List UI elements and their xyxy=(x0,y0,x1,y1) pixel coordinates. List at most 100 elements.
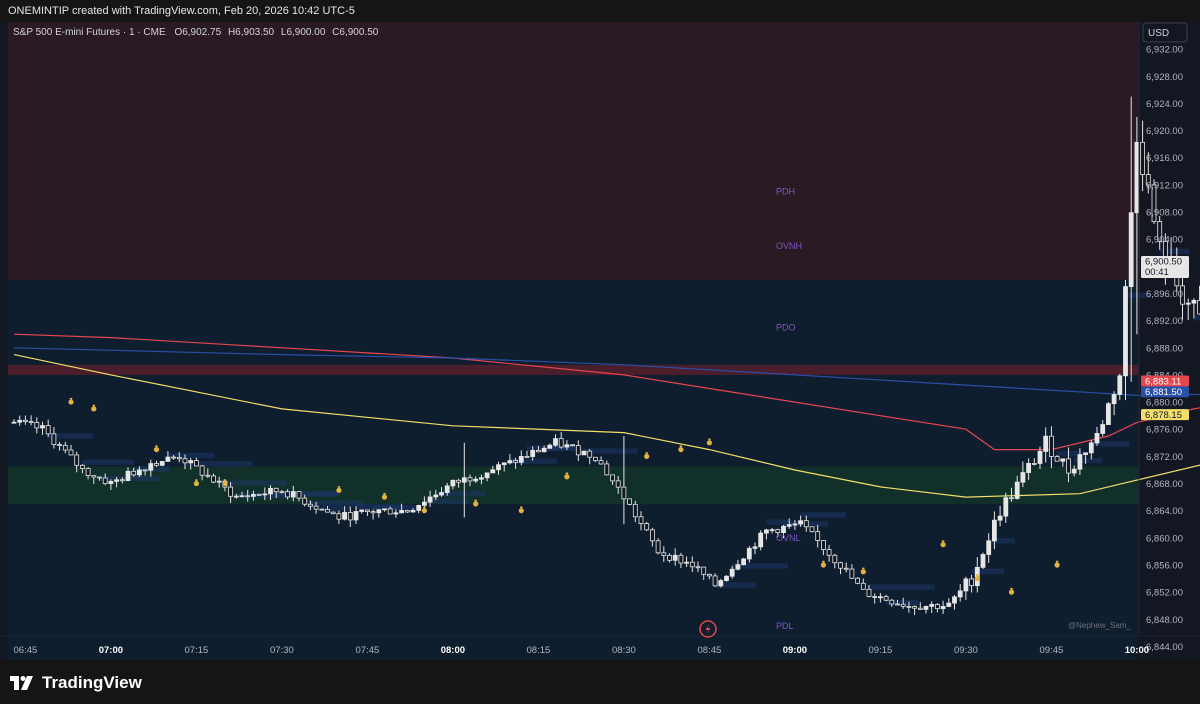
price-tick-label: 6,852.00 xyxy=(1146,588,1183,599)
order-block xyxy=(732,563,789,569)
price-tag-value: 6,878.15 xyxy=(1145,410,1182,421)
zone-ovnl-zone xyxy=(8,466,1138,504)
time-tick-label: 08:30 xyxy=(612,645,636,656)
candle-body xyxy=(290,491,296,498)
candle-body xyxy=(142,469,148,472)
candle-body xyxy=(632,503,638,518)
price-tick-label: 6,916.00 xyxy=(1146,153,1183,164)
candle-body xyxy=(279,491,285,494)
candle-body xyxy=(353,511,359,521)
tradingview-logo[interactable]: TradingView xyxy=(10,673,142,693)
candle-body xyxy=(627,498,632,505)
level-label-pdo: PDO xyxy=(776,322,796,332)
money-bag-icon xyxy=(68,399,74,405)
price-tick-label: 6,904.00 xyxy=(1146,235,1183,246)
candle-body xyxy=(940,606,946,610)
candle-body xyxy=(758,532,764,548)
price-tick-label: 6,912.00 xyxy=(1146,180,1183,191)
candle-body xyxy=(684,561,689,564)
candle-body xyxy=(404,510,410,513)
candle-body xyxy=(741,558,746,566)
candle-body xyxy=(467,477,473,482)
candle-body xyxy=(57,444,62,447)
money-bag-icon xyxy=(974,575,980,582)
candle-body xyxy=(1003,497,1009,517)
price-tick-label: 6,848.00 xyxy=(1146,615,1183,626)
candle-body xyxy=(1088,442,1094,454)
candle-body xyxy=(809,526,815,533)
money-bag-tie xyxy=(679,445,683,447)
money-bag-tie xyxy=(1010,587,1013,590)
candle-body xyxy=(421,501,427,506)
candle-body xyxy=(575,445,581,456)
candle-body xyxy=(707,573,712,577)
candle-body xyxy=(889,599,895,605)
candle-body xyxy=(530,449,536,457)
money-bag-icon xyxy=(421,508,427,514)
money-bag-tie xyxy=(223,479,227,481)
candle-body xyxy=(781,525,786,534)
candle-body xyxy=(872,596,878,598)
candle-body xyxy=(701,566,707,575)
candle-body xyxy=(712,575,718,587)
price-tick-label: 6,928.00 xyxy=(1146,72,1183,83)
time-tick-label: 08:00 xyxy=(441,645,465,656)
candle-body xyxy=(929,604,935,607)
candle-body xyxy=(1185,302,1191,305)
legend-open: 6,902.75 xyxy=(182,27,221,38)
money-bag-icon xyxy=(564,474,570,480)
price-chart[interactable]: PDH OVNH PDO OVNL PDL 6,932.00 6,928.00 6,924.… xyxy=(0,22,1200,660)
price-tick-label: 6,892.00 xyxy=(1146,316,1183,327)
candle-body xyxy=(330,511,336,515)
candle-body xyxy=(689,561,695,568)
candle-body xyxy=(347,512,353,521)
chart-svg[interactable]: PDH OVNH PDO OVNL PDL 6,932.00 6,928.00 6,924.… xyxy=(0,22,1200,660)
price-tick-label: 6,932.00 xyxy=(1146,45,1183,56)
candle-body xyxy=(262,493,268,496)
candle-body xyxy=(536,449,541,453)
money-bag-tie xyxy=(195,479,198,481)
price-tag-countdown: 00:41 xyxy=(1145,267,1169,278)
candle-body xyxy=(992,519,997,542)
time-tick-label: 09:45 xyxy=(1040,645,1064,656)
candle-body xyxy=(1066,458,1071,474)
legend-high-label: H xyxy=(228,27,235,38)
price-tick-label: 6,880.00 xyxy=(1146,398,1183,409)
level-label-ovnh: OVNH xyxy=(776,241,802,251)
price-tag-value: 6,881.50 xyxy=(1145,387,1182,398)
candle-body xyxy=(541,447,547,453)
candle-body xyxy=(461,477,467,483)
money-bag-tie xyxy=(474,499,477,502)
candle-body xyxy=(997,515,1003,521)
candle-body xyxy=(581,450,587,456)
footer-bar: TradingView xyxy=(0,660,1200,704)
order-block xyxy=(869,584,935,590)
candle-body xyxy=(159,461,165,466)
candle-body xyxy=(587,450,593,458)
candle-body xyxy=(233,495,239,498)
candle-body xyxy=(205,474,211,477)
candle-body xyxy=(80,464,85,469)
candle-body xyxy=(957,590,963,598)
candle-body xyxy=(935,604,940,610)
candle-body xyxy=(473,478,479,482)
candle-body xyxy=(1014,481,1020,499)
candle-body xyxy=(615,480,621,488)
money-bag-icon xyxy=(644,453,650,459)
candle-body xyxy=(1009,497,1014,500)
candle-body xyxy=(638,516,644,524)
legend-symbol: S&P 500 E-mini Futures · 1 · CME xyxy=(13,27,166,38)
zone-premium xyxy=(8,22,1138,280)
candle-body xyxy=(678,554,684,564)
candle-body xyxy=(211,475,216,483)
candle-body xyxy=(1094,432,1100,444)
candle-body xyxy=(119,479,125,482)
price-tick-label: 6,860.00 xyxy=(1146,533,1183,544)
candle-body xyxy=(273,487,279,493)
price-tick-label: 6,868.00 xyxy=(1146,479,1183,490)
candle-body xyxy=(518,455,524,463)
candle-body xyxy=(923,606,929,610)
money-bag-icon xyxy=(706,440,713,446)
tradingview-wordmark: TradingView xyxy=(42,673,142,692)
candle-body xyxy=(803,520,809,528)
